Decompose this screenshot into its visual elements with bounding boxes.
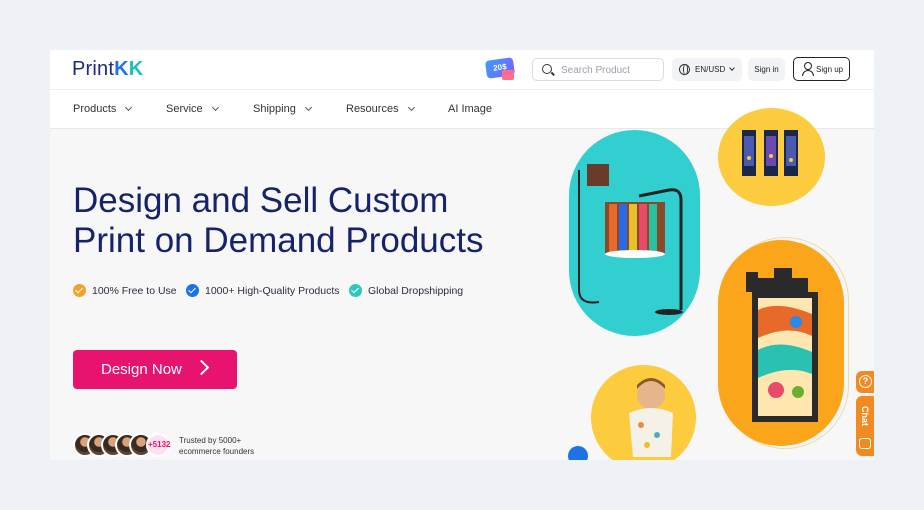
kids-apparel-image bbox=[591, 365, 696, 460]
search-input[interactable] bbox=[561, 62, 659, 78]
founder-count-badge: +5132 bbox=[146, 433, 170, 457]
sign-in-button[interactable]: Sign in bbox=[748, 58, 785, 81]
help-button[interactable]: ? bbox=[856, 371, 874, 393]
question-icon: ? bbox=[859, 375, 872, 388]
trust-text: Trusted by 5000+ ecommerce founders bbox=[179, 436, 255, 456]
globe-icon bbox=[679, 64, 690, 75]
nav-item-shipping[interactable]: Shipping bbox=[253, 103, 312, 115]
chevron-down-icon bbox=[304, 103, 312, 112]
chevron-down-icon bbox=[407, 103, 415, 112]
check-circle-icon bbox=[349, 284, 362, 297]
nav-item-products[interactable]: Products bbox=[73, 103, 133, 115]
search-icon bbox=[542, 64, 552, 74]
nav-item-resources[interactable]: Resources bbox=[346, 103, 415, 115]
printkk-logo[interactable]: PrintKK bbox=[72, 58, 143, 81]
hero-title: Design and Sell Custom Print on Demand P… bbox=[73, 181, 484, 260]
chat-label: Chat bbox=[860, 406, 870, 426]
lantern-icon bbox=[746, 268, 818, 422]
check-circle-icon bbox=[186, 284, 199, 297]
chat-button[interactable]: Chat bbox=[856, 396, 874, 456]
design-now-button[interactable]: Design Now bbox=[73, 350, 237, 389]
floor-lamp-icon bbox=[578, 164, 683, 315]
locale-label: EN/USD bbox=[695, 65, 726, 74]
lamp-product-image bbox=[569, 130, 700, 336]
nav-item-service[interactable]: Service bbox=[166, 103, 219, 115]
check-circle-icon bbox=[73, 284, 86, 297]
user-icon bbox=[802, 62, 814, 76]
chevron-down-icon bbox=[125, 103, 133, 112]
promo-tag-icon bbox=[502, 70, 514, 80]
search-box[interactable] bbox=[532, 58, 664, 81]
coupon-promo-icon[interactable]: 20$ bbox=[484, 56, 518, 82]
top-header: PrintKK 20$ EN/USD Sign in Sign up bbox=[50, 50, 874, 90]
nav-item-ai-image[interactable]: AI Image bbox=[448, 103, 492, 115]
chat-bubble-icon bbox=[859, 438, 871, 449]
decorative-dot bbox=[568, 446, 588, 460]
sign-up-button[interactable]: Sign up bbox=[793, 57, 850, 81]
chevron-down-icon bbox=[729, 65, 735, 71]
chevron-down-icon bbox=[211, 103, 219, 112]
language-currency-selector[interactable]: EN/USD bbox=[672, 58, 742, 81]
sign-up-label: Sign up bbox=[816, 65, 844, 74]
lantern-product-image bbox=[718, 240, 844, 446]
child-photo-icon bbox=[629, 378, 673, 457]
trust-badge: +5132 Trusted by 5000+ ecommerce founder… bbox=[73, 433, 273, 460]
banner-product-image bbox=[718, 108, 825, 206]
page-frame: PrintKK 20$ EN/USD Sign in Sign up Produ… bbox=[50, 50, 874, 460]
chevron-right-icon bbox=[193, 359, 210, 376]
